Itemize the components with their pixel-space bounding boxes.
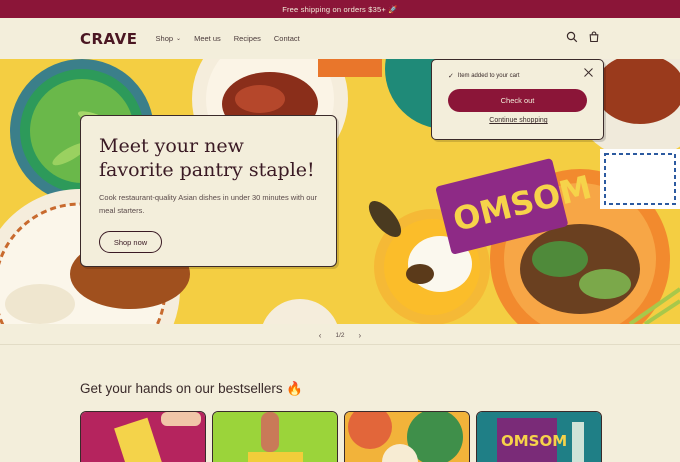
slideshow-controls: ‹ 1/2 ›	[0, 326, 680, 344]
hero-card: Meet your new favorite pantry staple! Co…	[80, 115, 337, 267]
nav-item-contact[interactable]: Contact	[274, 34, 300, 43]
chevron-right-icon[interactable]: ›	[359, 331, 362, 340]
header-icons	[566, 31, 600, 43]
checkout-button[interactable]: Check out	[448, 89, 587, 112]
nav-label: Shop	[155, 34, 174, 43]
product-card[interactable]	[80, 411, 206, 462]
product-card[interactable]	[344, 411, 470, 462]
shop-now-button[interactable]: Shop now	[99, 231, 162, 253]
chevron-down-icon: ⌄	[176, 36, 182, 42]
hero-title: Meet your new favorite pantry staple!	[99, 135, 315, 181]
cart-message-text: Item added to your cart	[457, 73, 520, 79]
nav-item-recipes[interactable]: Recipes	[234, 34, 261, 43]
divider	[0, 344, 680, 345]
product-card[interactable]	[212, 411, 338, 462]
cart-notification: ✓ Item added to your cart Check out Cont…	[431, 59, 604, 140]
close-icon[interactable]	[584, 68, 593, 77]
hero-subtitle: Cook restaurant-quality Asian dishes in …	[99, 193, 318, 215]
product-card[interactable]: OMSOM	[476, 411, 602, 462]
nav-item-shop[interactable]: Shop ⌄	[156, 34, 182, 43]
logo[interactable]: CRAVE	[80, 30, 138, 48]
product-image	[213, 412, 337, 462]
bestsellers-title: Get your hands on our bestsellers 🔥	[80, 381, 304, 396]
nav-item-meet-us[interactable]: Meet us	[194, 34, 221, 43]
check-icon: ✓	[448, 73, 454, 80]
product-pack-label: OMSOM	[501, 432, 567, 450]
cart-icon[interactable]	[588, 31, 600, 43]
search-icon[interactable]	[566, 31, 578, 43]
product-image	[345, 412, 469, 462]
continue-shopping-link[interactable]: Continue shopping	[432, 117, 605, 124]
site-header: CRAVE Shop ⌄ Meet us Recipes Contact	[0, 18, 680, 59]
announcement-bar: Free shipping on orders $35+ 🚀	[0, 0, 680, 18]
product-image	[81, 412, 205, 462]
cart-message: ✓ Item added to your cart	[448, 72, 520, 80]
announcement-text: Free shipping on orders $35+ 🚀	[282, 4, 398, 14]
product-grid: OMSOM	[80, 411, 602, 462]
chevron-left-icon[interactable]: ‹	[319, 331, 322, 340]
product-image: OMSOM	[477, 412, 601, 462]
main-nav: Shop ⌄ Meet us Recipes Contact	[156, 34, 300, 43]
slide-counter: 1/2	[335, 331, 345, 339]
